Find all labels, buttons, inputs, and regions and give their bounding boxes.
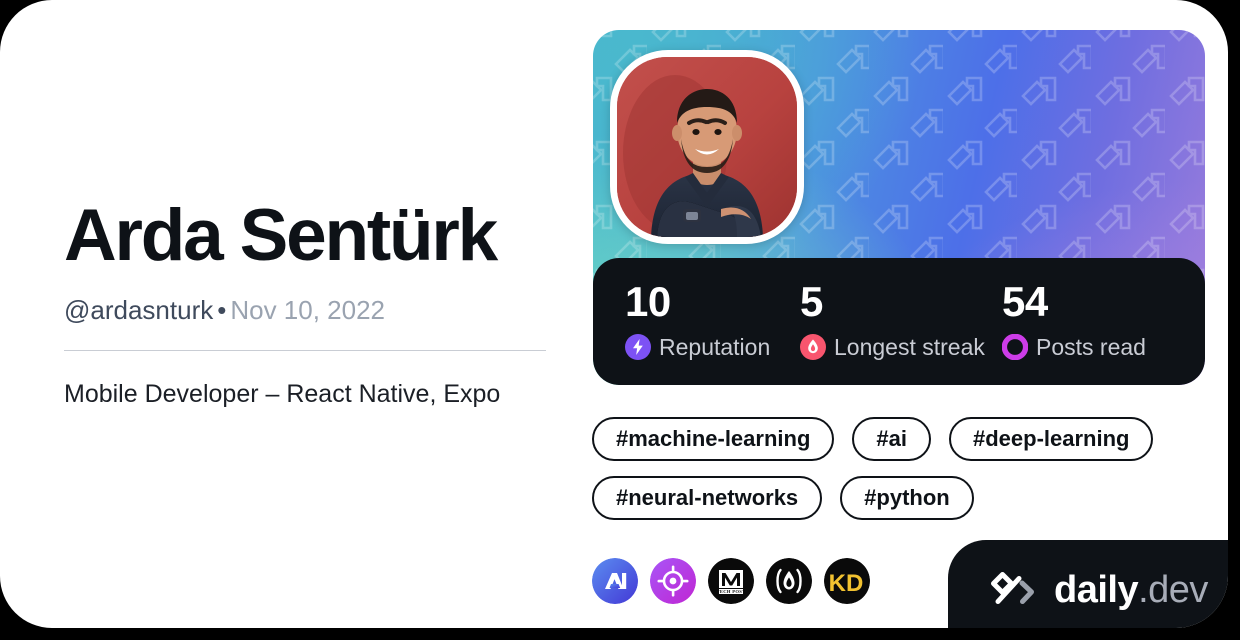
brand-suffix: .dev	[1138, 569, 1208, 611]
meta-separator: •	[217, 295, 227, 325]
tag-list: #machine-learning #ai #deep-learning #ne…	[592, 417, 1212, 520]
tag-pill[interactable]: #deep-learning	[948, 417, 1154, 461]
screenshot-root: Arda Sentürk @ardasnturk • Nov 10, 2022 Mo…	[0, 0, 1240, 640]
profile-cover: 10 Reputation 5 Longest streak 54 Posts …	[593, 30, 1205, 385]
tag-pill[interactable]: #neural-networks	[592, 476, 823, 520]
avatar	[610, 50, 804, 244]
stat-value: 10	[625, 278, 671, 325]
profile-join-date: Nov 10, 2022	[230, 295, 386, 325]
stat-value: 5	[800, 278, 823, 325]
source-kdnuggets-icon[interactable]: KD	[824, 558, 870, 604]
tag-pill[interactable]: #machine-learning	[592, 417, 835, 461]
source-ai-icon[interactable]	[592, 558, 638, 604]
stat-longest-streak: 5 Longest streak	[800, 278, 985, 360]
brand-name: daily	[1054, 569, 1139, 611]
posts-read-ring-icon	[1002, 334, 1028, 360]
stat-label: Reputation	[659, 334, 771, 360]
stat-label: Posts read	[1036, 334, 1146, 360]
streak-flame-icon	[800, 334, 826, 360]
stat-posts-read: 54 Posts read	[1002, 278, 1146, 360]
source-list: TECH POST KD	[592, 558, 870, 604]
tag-pill[interactable]: #python	[840, 476, 974, 520]
profile-name: Arda Sentürk	[64, 195, 498, 276]
profile-bio: Mobile Developer – React Native, Expo	[64, 380, 501, 408]
profile-handle: @ardasnturk	[64, 295, 214, 325]
source-marktechpost-icon[interactable]: TECH POST	[708, 558, 754, 604]
stat-label: Longest streak	[834, 334, 985, 360]
avatar-image	[617, 57, 797, 237]
source-target-icon[interactable]	[650, 558, 696, 604]
stats-bar: 10 Reputation 5 Longest streak 54 Posts …	[593, 258, 1205, 385]
stat-reputation: 10 Reputation	[625, 278, 770, 360]
source-flame-icon[interactable]	[766, 558, 812, 604]
code-brackets-icon	[991, 572, 1034, 604]
reputation-bolt-icon	[625, 334, 651, 360]
profile-meta: @ardasnturk • Nov 10, 2022	[64, 294, 385, 326]
profile-info-column: Arda Sentürk @ardasnturk • Nov 10, 2022 Mo…	[64, 0, 554, 628]
section-divider	[64, 350, 546, 351]
profile-card: Arda Sentürk @ardasnturk • Nov 10, 2022 Mo…	[0, 0, 1228, 628]
tag-pill[interactable]: #ai	[852, 417, 931, 461]
stat-value: 54	[1002, 278, 1048, 325]
svg-text:KD: KD	[829, 570, 864, 597]
brand-wordmark: daily.dev	[1054, 570, 1208, 610]
daily-dev-brand-badge: daily.dev	[948, 540, 1228, 628]
svg-text:TECH POST: TECH POST	[717, 589, 746, 594]
